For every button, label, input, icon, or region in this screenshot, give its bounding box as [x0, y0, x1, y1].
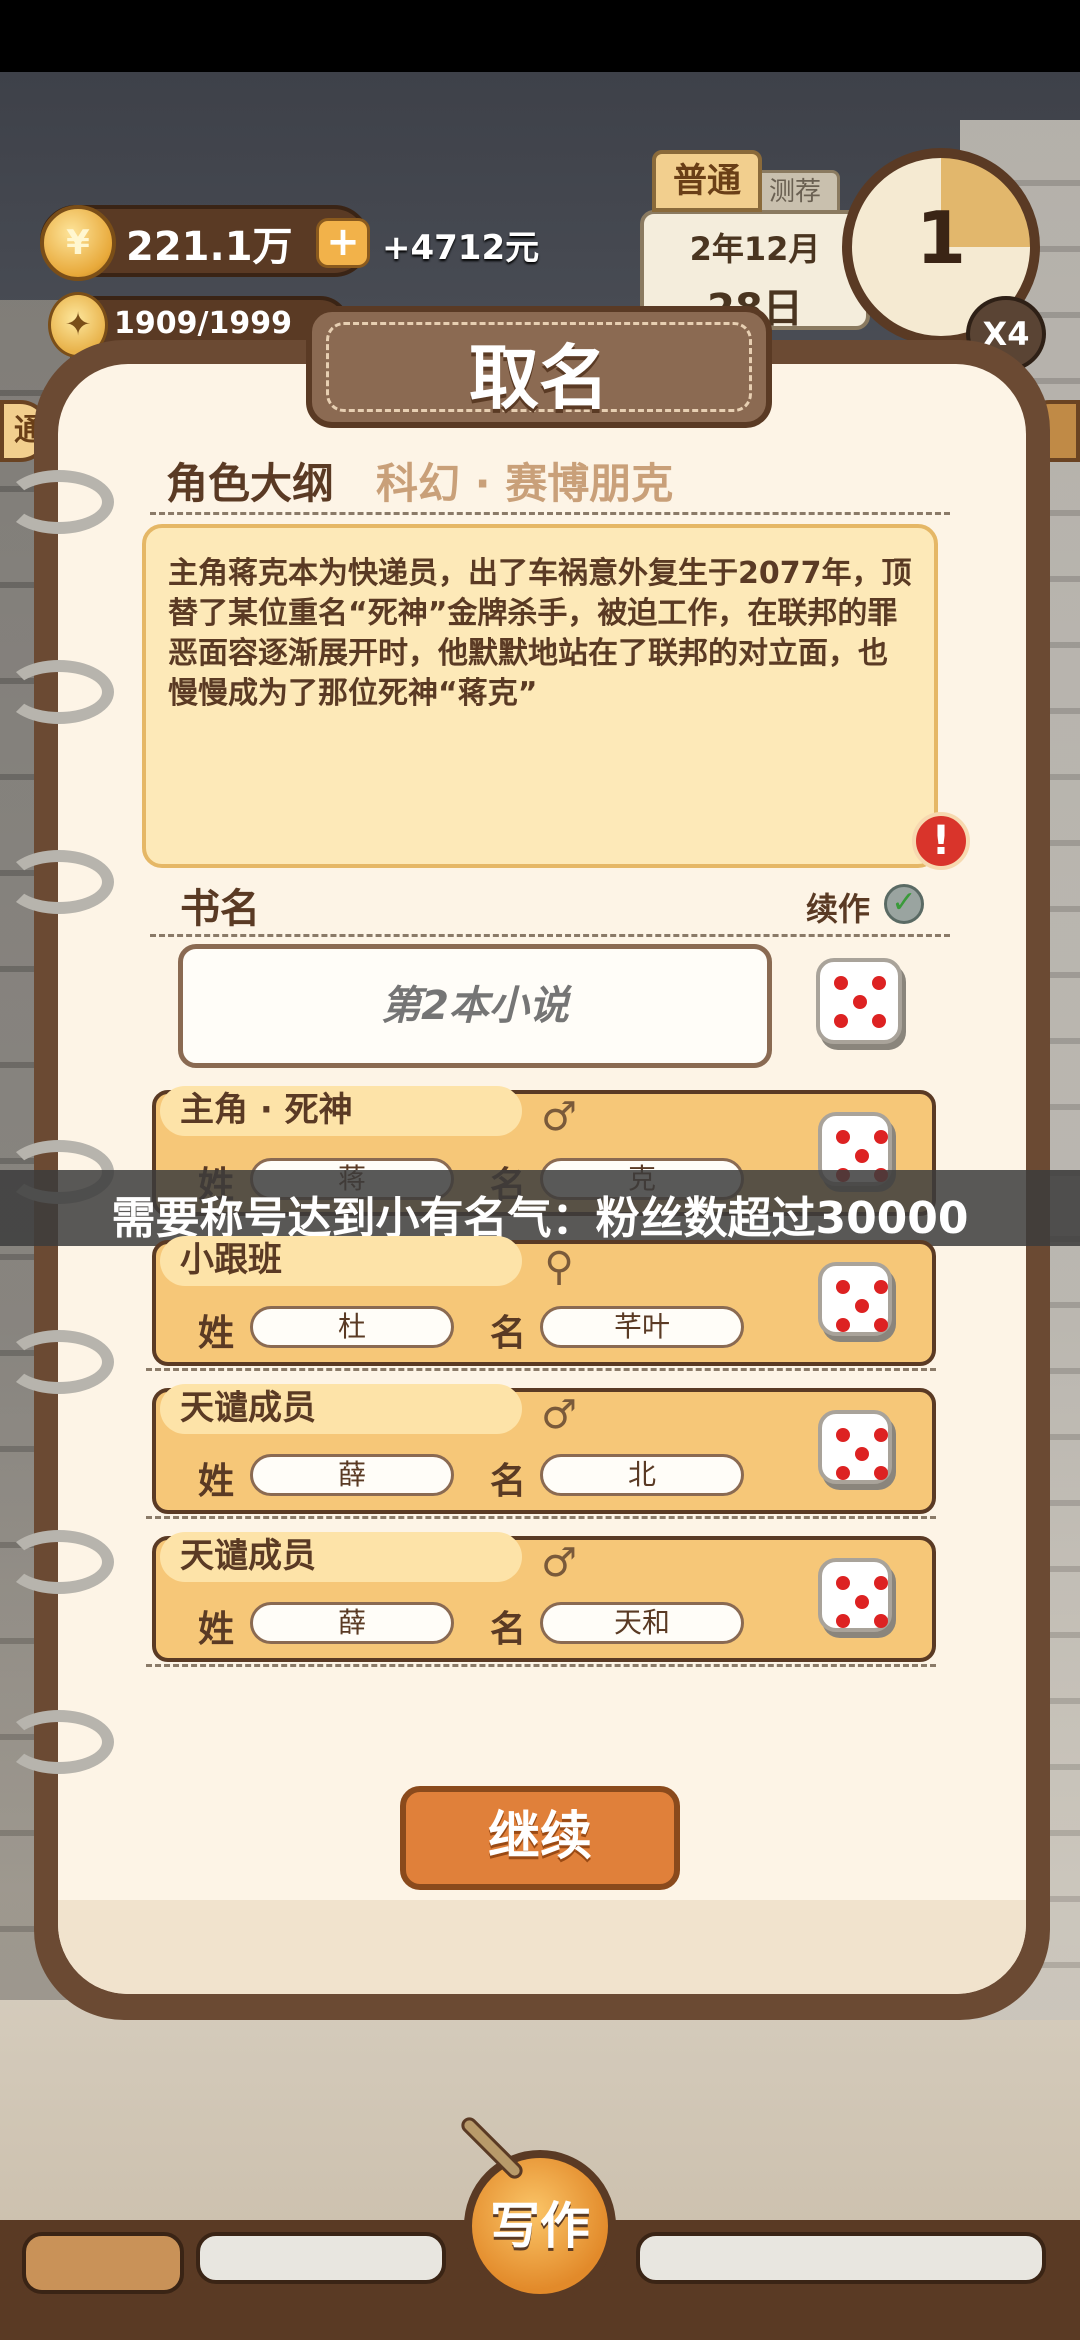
continue-button[interactable]: 继续 — [400, 1786, 680, 1890]
notebook-page-edge — [58, 1900, 1026, 1994]
coin-icon: ¥ — [40, 205, 116, 281]
random-dice-icon[interactable] — [816, 958, 902, 1044]
male-icon: ♂ — [541, 1094, 577, 1140]
calendar-tab-normal[interactable]: 普通 — [652, 150, 762, 212]
binder-ring — [4, 1530, 114, 1594]
surname-field[interactable]: 薛 — [250, 1602, 454, 1644]
toast-message: 需要称号达到小有名气：粉丝数超过30000 — [111, 1193, 969, 1244]
character-role: 小跟班 — [160, 1236, 522, 1286]
surname-label: 姓 — [198, 1461, 235, 1502]
surname-label: 姓 — [198, 1609, 235, 1650]
surname-label: 姓 — [198, 1313, 235, 1354]
book-name-label: 书名 — [180, 886, 260, 932]
character-role: 天谴成员 — [160, 1532, 522, 1582]
coin-value: 221.1万 — [126, 224, 293, 270]
outline-genre: 科幻 · 赛博朋克 — [376, 459, 674, 508]
bottom-tab-mid[interactable] — [196, 2232, 446, 2284]
random-dice-icon[interactable] — [818, 1262, 892, 1336]
binder-ring — [4, 1710, 114, 1774]
book-name-input[interactable] — [178, 944, 772, 1068]
alert-icon[interactable]: ! — [912, 812, 970, 870]
sequel-label: 续作 — [806, 890, 871, 928]
given-name-label: 名 — [490, 1313, 527, 1354]
synopsis-text: 主角蒋克本为快递员，出了车祸意外复生于2077年，顶替了某位重名“死神”金牌杀手… — [168, 556, 912, 711]
divider — [150, 934, 950, 937]
given-name-label: 名 — [490, 1609, 527, 1650]
energy-value: 1909/1999 — [114, 306, 292, 341]
character-role: 天谴成员 — [160, 1384, 522, 1434]
dialog-title: 取名 — [469, 337, 609, 419]
clock-number: 1 — [915, 196, 967, 280]
bottom-tab-right[interactable] — [636, 2232, 1046, 2284]
character-role: 主角 · 死神 — [160, 1086, 522, 1136]
random-dice-icon[interactable] — [818, 1558, 892, 1632]
divider — [146, 1368, 936, 1371]
sequel-check-icon[interactable]: ✓ — [884, 884, 924, 924]
bottom-tab-left[interactable] — [22, 2232, 184, 2294]
given-name-label: 名 — [490, 1461, 527, 1502]
male-icon: ♂ — [541, 1540, 577, 1586]
random-dice-icon[interactable] — [818, 1410, 892, 1484]
calendar-month: 2年12月 — [689, 230, 821, 268]
given-name-field[interactable]: 芊叶 — [540, 1306, 744, 1348]
outline-label: 角色大纲 — [166, 459, 335, 508]
divider — [150, 512, 950, 515]
given-name-field[interactable]: 北 — [540, 1454, 744, 1496]
divider — [146, 1664, 936, 1667]
unknown-gender-icon: ⚲ — [544, 1244, 574, 1290]
calendar-tab-secondary[interactable]: 测荐 — [750, 170, 840, 214]
given-name-field[interactable]: 天和 — [540, 1602, 744, 1644]
write-button[interactable]: 写作 — [464, 2150, 616, 2302]
status-bar — [0, 0, 1080, 72]
add-coins-button[interactable]: + — [316, 218, 370, 268]
binder-ring — [4, 660, 114, 724]
binder-ring — [4, 850, 114, 914]
divider — [146, 1516, 936, 1519]
income-text: +4712元 — [382, 228, 540, 268]
surname-field[interactable]: 薛 — [250, 1454, 454, 1496]
surname-field[interactable]: 杜 — [250, 1306, 454, 1348]
binder-ring — [4, 470, 114, 534]
binder-ring — [4, 1330, 114, 1394]
male-icon: ♂ — [541, 1392, 577, 1438]
